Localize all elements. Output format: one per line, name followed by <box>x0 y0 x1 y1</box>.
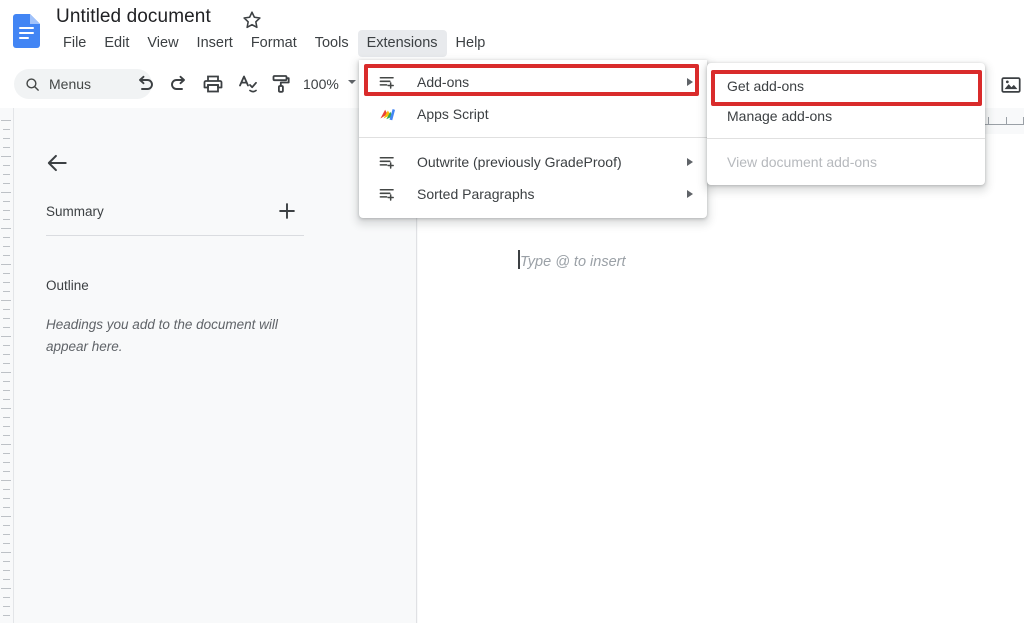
plus-icon[interactable] <box>276 200 298 222</box>
search-menus-button[interactable]: Menus <box>14 69 152 99</box>
chevron-down-icon[interactable] <box>348 80 356 84</box>
menu-item-add-ons[interactable]: Add-ons <box>359 66 707 98</box>
horizontal-ruler[interactable] <box>980 108 1024 134</box>
menu-bar: File Edit View Insert Format Tools Exten… <box>54 29 495 57</box>
submenu-item-label: Get add-ons <box>727 78 805 94</box>
undo-icon[interactable] <box>133 72 157 96</box>
arrow-back-icon[interactable] <box>44 150 70 176</box>
paint-format-icon[interactable] <box>269 72 293 96</box>
menu-tools[interactable]: Tools <box>306 30 358 57</box>
submenu-separator <box>707 138 985 139</box>
title-bar: Untitled document File Edit View Insert … <box>0 0 1024 60</box>
vertical-ruler <box>0 108 14 623</box>
panel-divider <box>46 235 304 236</box>
submenu-item-label: View document add-ons <box>727 154 877 170</box>
submenu-item-view-document-add-ons: View document add-ons <box>707 147 985 177</box>
redo-icon[interactable] <box>167 72 191 96</box>
menu-separator <box>359 137 707 138</box>
document-outline-panel: Summary Outline Headings you add to the … <box>14 108 417 623</box>
addons-icon <box>377 152 397 172</box>
menu-edit[interactable]: Edit <box>95 30 138 57</box>
extensions-dropdown-menu: Add-ons Apps Script Outwrite (previously <box>359 60 707 218</box>
menu-item-sorted-paragraphs[interactable]: Sorted Paragraphs <box>359 178 707 210</box>
search-icon <box>24 76 41 93</box>
spellcheck-icon[interactable] <box>235 72 259 96</box>
addons-submenu: Get add-ons Manage add-ons View document… <box>707 63 985 185</box>
outline-empty-message: Headings you add to the document will ap… <box>46 317 278 354</box>
document-placeholder-text: Type @ to insert <box>520 254 626 270</box>
submenu-arrow-icon <box>687 190 693 198</box>
submenu-item-manage-add-ons[interactable]: Manage add-ons <box>707 101 985 131</box>
menu-file[interactable]: File <box>54 30 95 57</box>
insert-image-icon[interactable] <box>1000 74 1022 96</box>
google-docs-icon <box>12 14 42 48</box>
menu-item-label: Apps Script <box>417 106 489 122</box>
menu-item-label: Sorted Paragraphs <box>417 186 535 202</box>
submenu-item-label: Manage add-ons <box>727 108 833 124</box>
menu-help[interactable]: Help <box>447 30 495 57</box>
star-outline-icon[interactable] <box>241 9 263 31</box>
document-title[interactable]: Untitled document <box>56 3 211 31</box>
menu-item-label: Add-ons <box>417 74 470 90</box>
menu-item-outwrite[interactable]: Outwrite (previously GradeProof) <box>359 146 707 178</box>
outline-label: Outline <box>46 278 89 293</box>
summary-label: Summary <box>46 204 104 219</box>
zoom-level-value[interactable]: 100% <box>303 73 339 95</box>
search-menus-label: Menus <box>49 76 92 92</box>
menu-view[interactable]: View <box>138 30 187 57</box>
addons-icon <box>377 72 397 92</box>
apps-script-icon <box>377 104 397 124</box>
print-icon[interactable] <box>201 72 225 96</box>
submenu-arrow-icon <box>687 78 693 86</box>
submenu-arrow-icon <box>687 158 693 166</box>
menu-format[interactable]: Format <box>242 30 306 57</box>
menu-extensions[interactable]: Extensions <box>357 29 447 57</box>
menu-item-apps-script[interactable]: Apps Script <box>359 98 707 130</box>
submenu-item-get-add-ons[interactable]: Get add-ons <box>707 71 985 101</box>
menu-item-label: Outwrite (previously GradeProof) <box>417 154 622 170</box>
addons-icon <box>377 184 397 204</box>
menu-insert[interactable]: Insert <box>188 30 242 57</box>
